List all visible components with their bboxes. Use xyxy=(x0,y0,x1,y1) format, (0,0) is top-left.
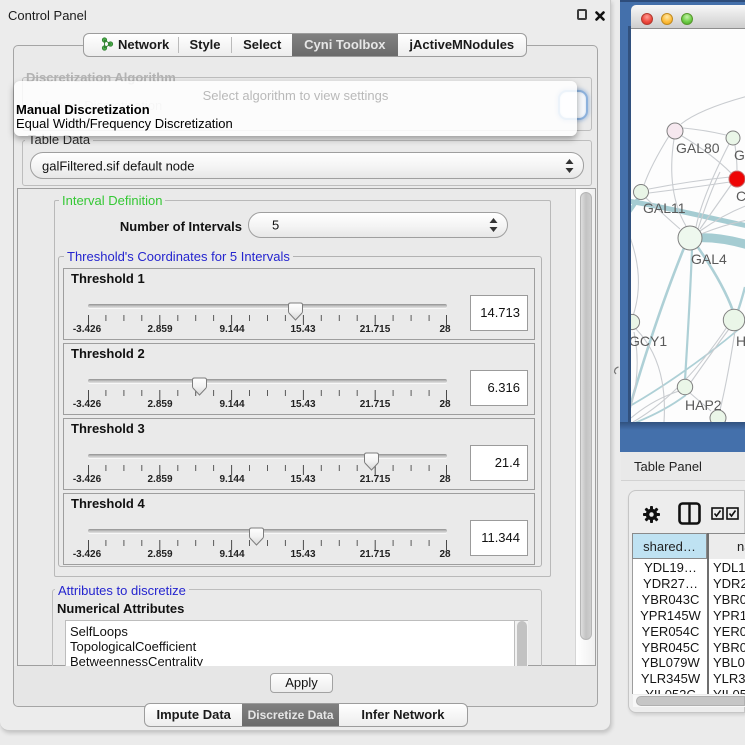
svg-text:GAL4: GAL4 xyxy=(691,251,727,267)
svg-text:H: H xyxy=(736,333,745,349)
svg-text:GCY1: GCY1 xyxy=(631,333,667,349)
svg-text:GAL80: GAL80 xyxy=(676,140,720,156)
svg-text:GA: GA xyxy=(734,147,745,163)
svg-text:HAP2: HAP2 xyxy=(685,397,722,413)
svg-text:C: C xyxy=(736,188,745,204)
svg-text:GAL11: GAL11 xyxy=(643,200,686,216)
